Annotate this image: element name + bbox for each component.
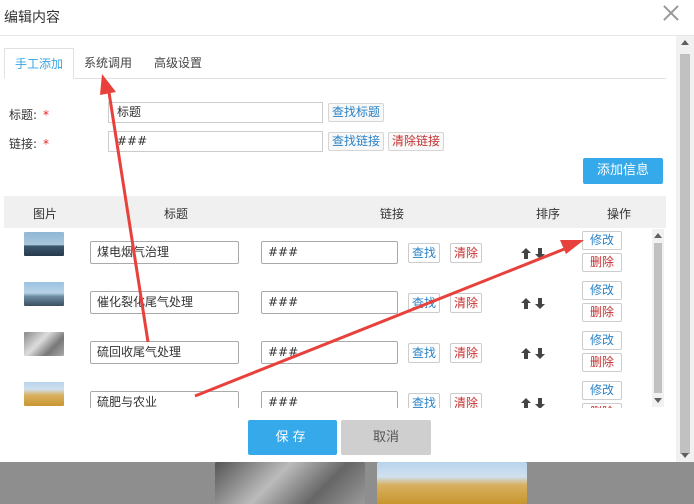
find-link-button[interactable]: 查找链接	[328, 132, 385, 151]
arrow-up-icon[interactable]	[521, 348, 531, 359]
scroll-up-arrow-icon[interactable]	[681, 40, 689, 45]
column-header-sort: 排序	[536, 207, 561, 221]
arrow-up-icon[interactable]	[521, 248, 531, 259]
table-row: 催化裂化尾气处理 ### 查找 清除 修改 删除	[4, 278, 664, 328]
arrow-up-icon[interactable]	[521, 398, 531, 408]
row-link-input[interactable]: ###	[261, 291, 398, 314]
background-image-wheat	[377, 462, 527, 504]
dialog-scroll-thumb[interactable]	[680, 54, 690, 454]
row-link-input[interactable]: ###	[261, 391, 398, 408]
table-row: 硫肥与农业 ### 查找 清除 修改 删除	[4, 378, 664, 408]
close-icon[interactable]	[662, 4, 680, 22]
row-find-button[interactable]: 查找	[408, 343, 441, 363]
row-delete-button[interactable]: 删除	[582, 403, 622, 408]
link-field-label: 链接: *	[9, 137, 50, 151]
title-field-label: 标题: *	[9, 108, 50, 122]
arrow-down-icon[interactable]	[535, 398, 545, 408]
row-thumbnail	[24, 232, 64, 256]
edit-content-dialog: 编辑内容 手工添加 系统调用 高级设置 标题: * 标题 查找标题 链接: * ##…	[0, 0, 694, 462]
table-scroll-thumb[interactable]	[654, 243, 662, 393]
scroll-down-arrow-icon[interactable]	[654, 398, 662, 403]
row-delete-button[interactable]: 删除	[582, 353, 622, 372]
row-clear-button[interactable]: 清除	[450, 343, 483, 363]
clear-link-button[interactable]: 清除链接	[388, 132, 445, 151]
tab-system-call[interactable]: 系统调用	[74, 48, 142, 79]
row-link-input[interactable]: ###	[261, 241, 398, 264]
row-delete-button[interactable]: 删除	[582, 303, 622, 322]
arrow-down-icon[interactable]	[535, 298, 545, 309]
scroll-down-arrow-icon[interactable]	[681, 453, 689, 458]
arrow-down-icon[interactable]	[535, 348, 545, 359]
dialog-title: 编辑内容	[4, 10, 60, 26]
row-edit-button[interactable]: 修改	[582, 231, 622, 250]
save-button[interactable]: 保存	[248, 420, 337, 455]
dialog-scrollbar[interactable]	[676, 36, 694, 462]
title-input[interactable]: 标题	[108, 102, 323, 123]
row-title-input[interactable]: 煤电烟气治理	[90, 241, 239, 264]
column-header-image: 图片	[33, 207, 58, 221]
background-image-industrial	[215, 462, 365, 504]
row-edit-button[interactable]: 修改	[582, 331, 622, 350]
table-header: 图片 标题 链接 排序 操作	[4, 196, 666, 228]
row-delete-button[interactable]: 删除	[582, 253, 622, 272]
row-title-input[interactable]: 硫回收尾气处理	[90, 341, 239, 364]
row-find-button[interactable]: 查找	[408, 393, 441, 408]
column-header-actions: 操作	[607, 207, 632, 221]
table-row: 硫回收尾气处理 ### 查找 清除 修改 删除	[4, 328, 664, 378]
row-link-input[interactable]: ###	[261, 341, 398, 364]
row-find-button[interactable]: 查找	[408, 243, 441, 263]
row-thumbnail	[24, 332, 64, 356]
row-edit-button[interactable]: 修改	[582, 281, 622, 300]
tab-advanced-settings[interactable]: 高级设置	[144, 48, 212, 79]
column-header-link: 链接	[380, 207, 405, 221]
row-edit-button[interactable]: 修改	[582, 381, 622, 400]
arrow-up-icon[interactable]	[521, 298, 531, 309]
add-info-button[interactable]: 添加信息	[583, 158, 663, 184]
tab-bar: 手工添加 系统调用 高级设置	[4, 48, 666, 79]
cancel-button[interactable]: 取消	[341, 420, 431, 455]
required-mark: *	[43, 108, 50, 122]
scroll-up-arrow-icon[interactable]	[654, 233, 662, 238]
row-clear-button[interactable]: 清除	[450, 293, 483, 313]
link-input[interactable]: ###	[108, 131, 323, 152]
row-title-input[interactable]: 硫肥与农业	[90, 391, 239, 408]
row-find-button[interactable]: 查找	[408, 293, 441, 313]
table-body: 煤电烟气治理 ### 查找 清除 修改 删除 催化裂化尾气处理 ### 查找 清…	[4, 228, 664, 408]
row-clear-button[interactable]: 清除	[450, 243, 483, 263]
find-title-button[interactable]: 查找标题	[328, 103, 385, 122]
row-clear-button[interactable]: 清除	[450, 393, 483, 408]
dialog-title-bar: 编辑内容	[0, 0, 694, 36]
dialog-footer: 保存 取消	[0, 410, 676, 462]
row-thumbnail	[24, 282, 64, 306]
column-header-title: 标题	[164, 207, 189, 221]
row-title-input[interactable]: 催化裂化尾气处理	[90, 291, 239, 314]
table-row: 煤电烟气治理 ### 查找 清除 修改 删除	[4, 228, 664, 278]
arrow-down-icon[interactable]	[535, 248, 545, 259]
table-scrollbar[interactable]	[652, 229, 664, 407]
row-thumbnail	[24, 382, 64, 406]
required-mark: *	[43, 137, 50, 151]
tab-manual-add[interactable]: 手工添加	[4, 48, 75, 79]
